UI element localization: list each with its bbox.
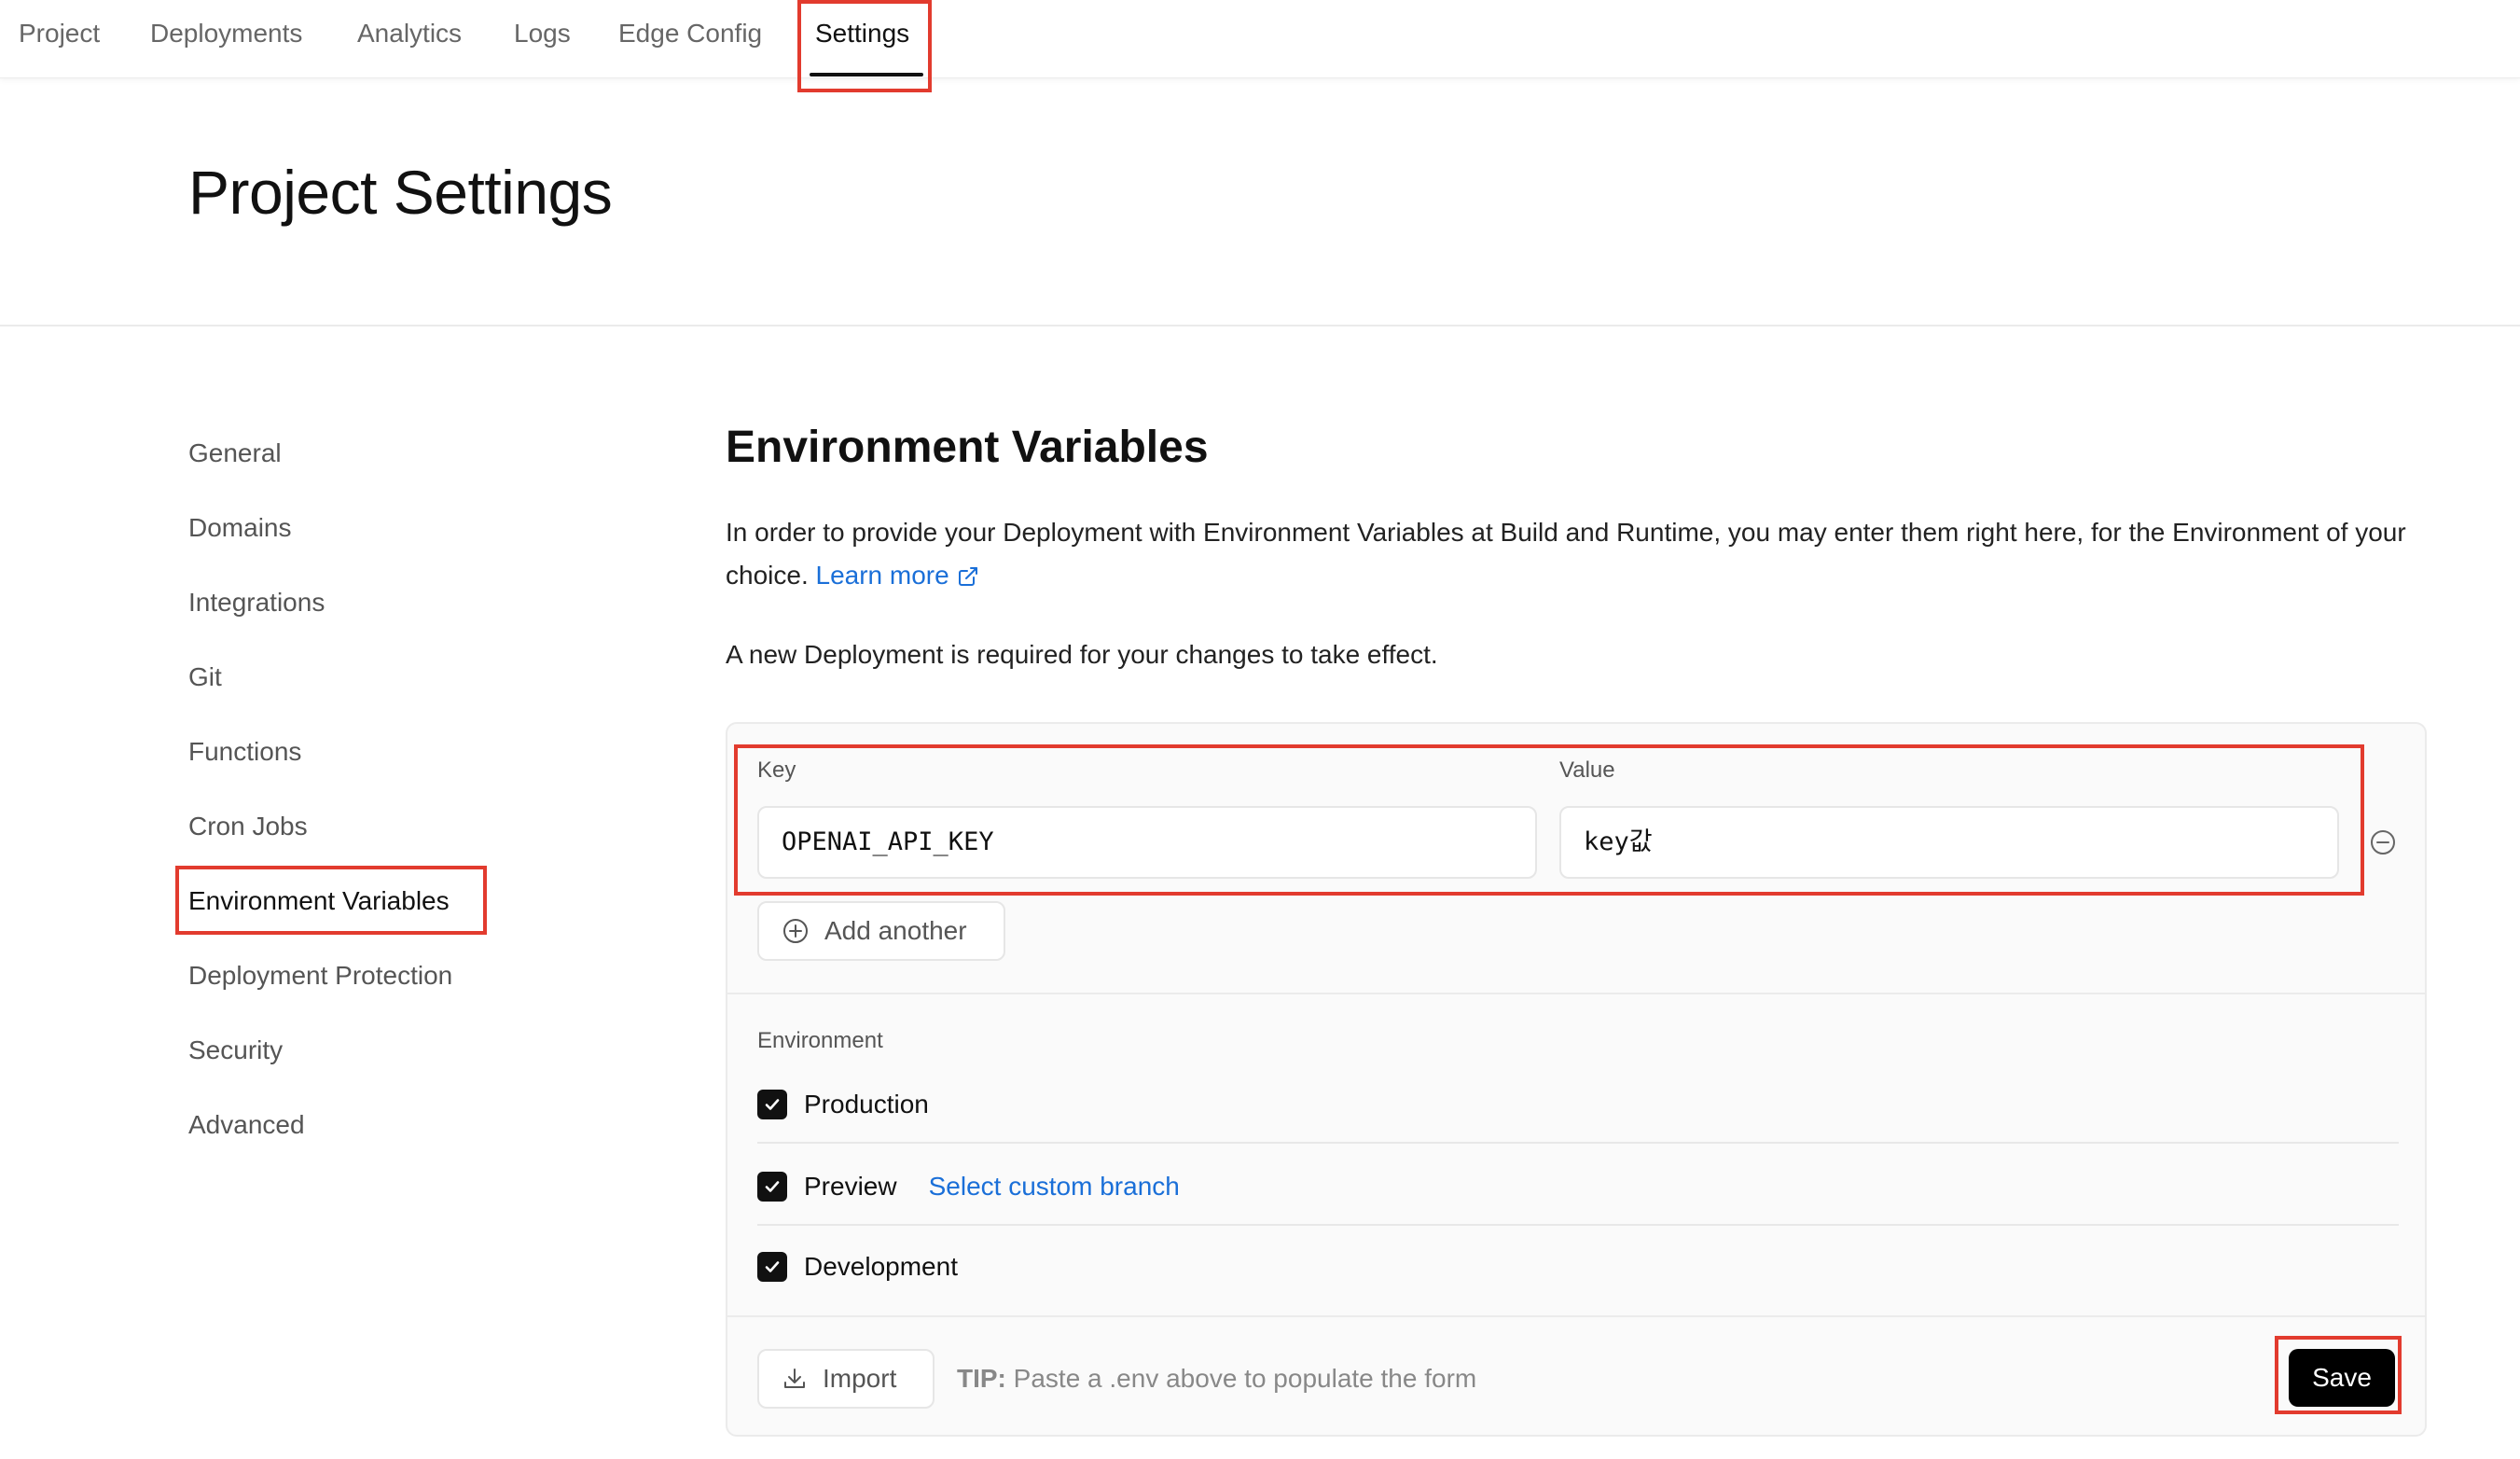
add-another-button[interactable]: Add another [757,901,1005,961]
check-icon [765,1099,780,1110]
sidebar-item-advanced[interactable]: Advanced [188,1106,305,1144]
sidebar-item-integrations[interactable]: Integrations [188,584,325,621]
minus-circle-icon [2371,830,2395,855]
import-button[interactable]: Import [757,1349,935,1409]
env-var-form-card: Key Value OPENAI_API_KEY key값 Add anothe… [726,722,2427,1437]
active-tab-indicator [810,73,923,76]
sidebar-item-functions[interactable]: Functions [188,733,301,771]
key-input[interactable]: OPENAI_API_KEY [757,806,1537,879]
card-footer-divider [727,1315,2425,1317]
redeploy-note: A new Deployment is required for your ch… [726,640,1438,669]
add-another-label: Add another [824,916,967,945]
tab-analytics[interactable]: Analytics [357,13,462,54]
learn-more-label: Learn more [815,561,949,590]
sidebar-item-cron-jobs[interactable]: Cron Jobs [188,808,308,845]
production-label: Production [804,1090,929,1119]
check-icon [765,1261,780,1272]
card-divider [727,993,2425,994]
check-icon [765,1181,780,1192]
preview-label: Preview [804,1172,897,1201]
tip-prefix: TIP: [957,1364,1006,1393]
sidebar-item-domains[interactable]: Domains [188,509,291,547]
section-description: In order to provide your Deployment with… [726,511,2442,601]
preview-checkbox[interactable] [757,1172,787,1202]
key-label: Key [757,757,796,783]
top-navigation: Project Deployments Analytics Logs Edge … [0,0,2520,78]
learn-more-link[interactable]: Learn more [816,561,979,590]
production-checkbox[interactable] [757,1090,787,1119]
value-input[interactable]: key값 [1559,806,2339,879]
save-button[interactable]: Save [2289,1349,2395,1407]
sidebar-item-general[interactable]: General [188,435,282,472]
env-divider [757,1142,2399,1144]
download-icon [784,1369,805,1388]
development-label: Development [804,1252,958,1281]
env-row-development: Development [757,1246,958,1287]
sidebar-item-deployment-protection[interactable]: Deployment Protection [188,957,452,994]
sidebar-item-environment-variables[interactable]: Environment Variables [188,882,450,920]
import-label: Import [823,1364,897,1393]
tab-settings[interactable]: Settings [815,13,909,54]
tip-text: TIP: Paste a .env above to populate the … [957,1360,1476,1397]
header-divider [0,325,2520,327]
page-title: Project Settings [188,158,613,227]
select-custom-branch-link[interactable]: Select custom branch [929,1172,1180,1202]
section-title: Environment Variables [726,423,1209,472]
env-row-preview: Preview Select custom branch [757,1166,1180,1207]
tab-edge-config[interactable]: Edge Config [618,13,762,54]
tab-logs[interactable]: Logs [514,13,571,54]
development-checkbox[interactable] [757,1252,787,1282]
sidebar-item-security[interactable]: Security [188,1032,283,1069]
value-label: Value [1559,757,1615,783]
external-link-icon [957,558,979,601]
env-row-production: Production [757,1084,929,1125]
tip-message: Paste a .env above to populate the form [1013,1364,1477,1393]
environment-label: Environment [757,1028,883,1053]
sidebar-item-git[interactable]: Git [188,659,222,696]
env-divider [757,1224,2399,1226]
tab-project[interactable]: Project [19,13,100,54]
remove-row-button[interactable] [2369,828,2397,856]
plus-circle-icon [783,919,808,943]
tab-deployments[interactable]: Deployments [150,13,302,54]
